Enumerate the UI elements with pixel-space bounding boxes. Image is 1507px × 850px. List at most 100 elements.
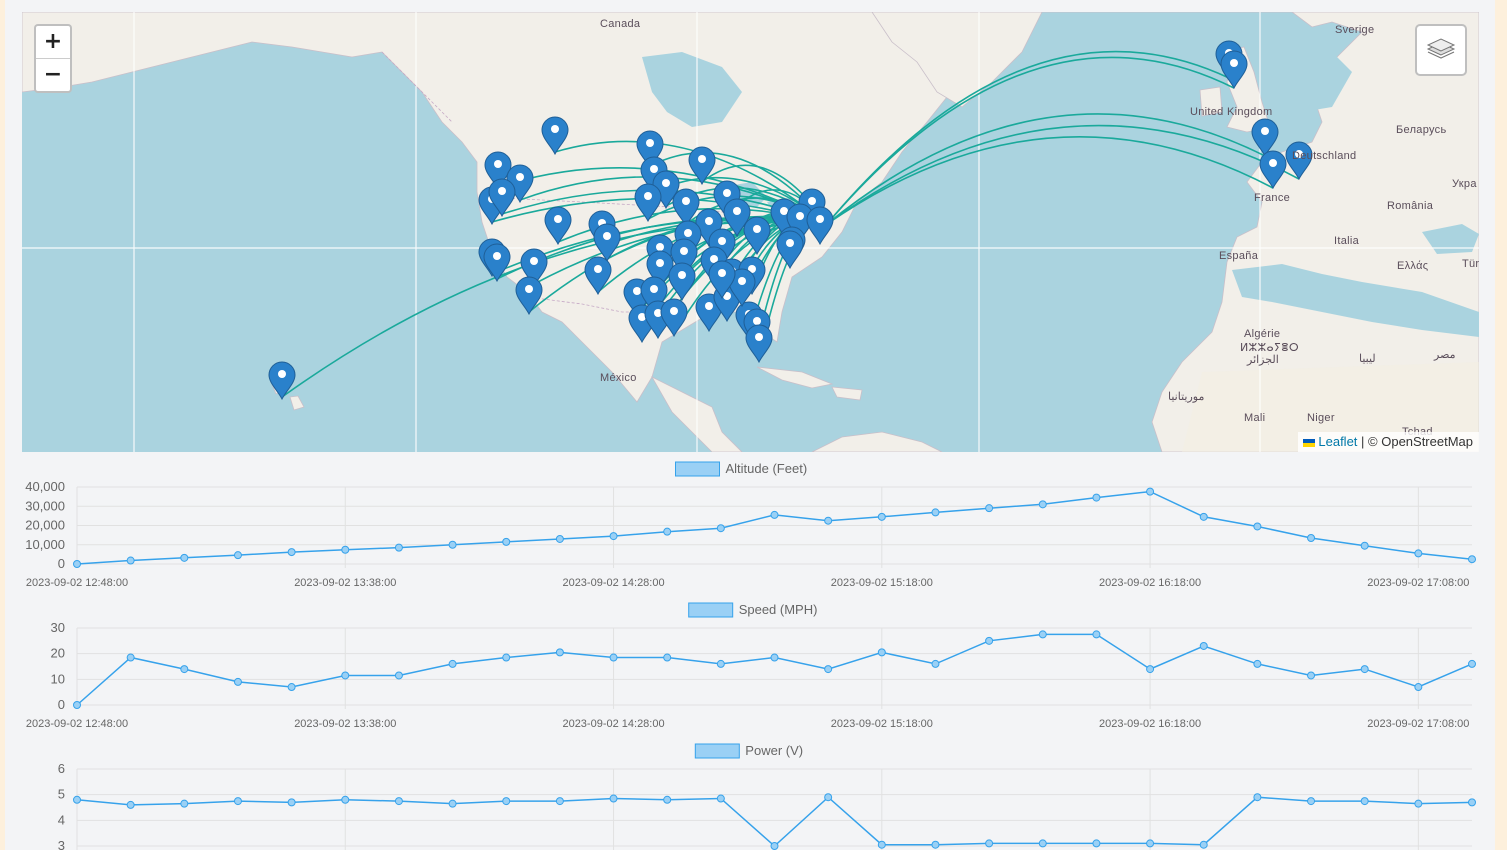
data-point (180, 665, 189, 674)
data-point (985, 839, 994, 848)
data-point (770, 842, 779, 850)
data-point (341, 545, 350, 554)
data-point (287, 683, 296, 692)
y-tick-label: 5 (58, 787, 65, 802)
speed-chart: Speed (MPH) 30 20 10 0 2023-09-02 12:48:00 202… (5, 597, 1495, 738)
south-america (811, 431, 943, 452)
data-point (1253, 522, 1262, 531)
data-point (1253, 659, 1262, 668)
x-tick-label: 2023-09-02 13:38:00 (294, 718, 396, 730)
data-point (1092, 630, 1101, 639)
data-point (1307, 671, 1316, 680)
data-point (394, 671, 403, 680)
map-marker-icon[interactable] (1251, 118, 1279, 158)
x-tick-label: 2023-09-02 12:48:00 (26, 577, 128, 589)
data-point (931, 840, 940, 849)
data-point (126, 653, 135, 662)
data-point (770, 653, 779, 662)
data-point (609, 653, 618, 662)
data-point (1468, 659, 1476, 668)
data-point (341, 671, 350, 680)
cuba (756, 366, 834, 389)
x-tick-label: 2023-09-02 15:18:00 (831, 577, 933, 589)
chart-legend[interactable]: Speed (MPH) (688, 602, 818, 618)
data-point (287, 548, 296, 557)
y-tick-label: 4 (58, 812, 65, 827)
data-point (1307, 534, 1316, 543)
flight-map[interactable]: Canada México Sverige United Kingdom Бел… (22, 12, 1479, 452)
series-line (76, 796, 1473, 848)
data-point (716, 794, 725, 803)
legend-label: Power (V) (745, 743, 803, 758)
data-point (1360, 797, 1369, 806)
data-point (502, 653, 511, 662)
ukraine-flag-icon (1303, 438, 1316, 447)
data-point (663, 527, 672, 536)
x-tick-label: 2023-09-02 13:38:00 (294, 577, 396, 589)
label-libya: ليبيا (1359, 353, 1376, 365)
data-point (663, 795, 672, 804)
data-point (233, 551, 242, 560)
x-tick-label: 2023-09-02 14:28:00 (562, 718, 664, 730)
data-point (1199, 840, 1208, 849)
data-point (448, 659, 457, 668)
data-point (716, 524, 725, 533)
x-tick-label: 2023-09-02 17:08:00 (1367, 718, 1469, 730)
label-niger: Niger (1307, 412, 1335, 424)
label-belarus: Беларусь (1396, 124, 1447, 136)
y-tick-label: 6 (58, 761, 65, 776)
data-point (877, 648, 886, 657)
data-point (1038, 500, 1047, 509)
data-point (716, 659, 725, 668)
y-tick-label: 20,000 (25, 518, 65, 533)
data-point (394, 543, 403, 552)
data-point (770, 510, 779, 519)
y-tick-label: 10,000 (25, 537, 65, 552)
data-point (287, 798, 296, 807)
label-ellas: Ελλάς (1397, 260, 1429, 272)
data-point (1146, 665, 1155, 674)
data-point (73, 560, 81, 568)
map-marker-icon[interactable] (745, 324, 773, 364)
zoom-control: + − (34, 24, 72, 93)
hispaniola (831, 386, 863, 401)
label-algerie: Algérie (1244, 328, 1281, 340)
data-point (126, 556, 135, 565)
zoom-in-button[interactable]: + (36, 26, 70, 58)
map-marker-icon[interactable] (268, 361, 296, 401)
data-point (233, 677, 242, 686)
data-point (555, 797, 564, 806)
chart-legend[interactable]: Altitude (Feet) (675, 461, 808, 477)
data-point (555, 534, 564, 543)
label-romania: România (1387, 200, 1434, 212)
label-ukraine: Укра (1452, 178, 1477, 190)
data-point (1360, 541, 1369, 550)
map-tiles (22, 12, 1479, 452)
x-tick-label: 2023-09-02 12:48:00 (26, 718, 128, 730)
data-point (1146, 839, 1155, 848)
label-mali: Mali (1244, 412, 1266, 424)
osm-attribution: © OpenStreetMap (1368, 434, 1473, 449)
layers-icon (1426, 38, 1456, 59)
dashboard-panel: Canada México Sverige United Kingdom Бел… (5, 0, 1495, 850)
data-point (824, 665, 833, 674)
y-tick-label: 0 (58, 556, 65, 571)
data-point (931, 659, 940, 668)
y-tick-label: 40,000 (25, 479, 65, 494)
power-chart: Power (V) 6 5 4 3 (5, 738, 1495, 850)
layers-button[interactable] (1415, 24, 1467, 76)
x-tick-label: 2023-09-02 15:18:00 (831, 718, 933, 730)
leaflet-link[interactable]: Leaflet (1318, 434, 1357, 449)
map-marker-icon[interactable] (515, 276, 543, 316)
chart-legend[interactable]: Power (V) (694, 743, 803, 759)
data-point (394, 797, 403, 806)
series-line (76, 490, 1473, 565)
legend-swatch (675, 461, 720, 477)
data-point (73, 701, 81, 709)
data-point (1038, 839, 1047, 848)
x-tick-label: 2023-09-02 14:28:00 (562, 577, 664, 589)
zoom-out-button[interactable]: − (36, 58, 70, 91)
data-point (502, 797, 511, 806)
data-point (448, 799, 457, 808)
label-united-kingdom: United Kingdom (1190, 106, 1273, 118)
